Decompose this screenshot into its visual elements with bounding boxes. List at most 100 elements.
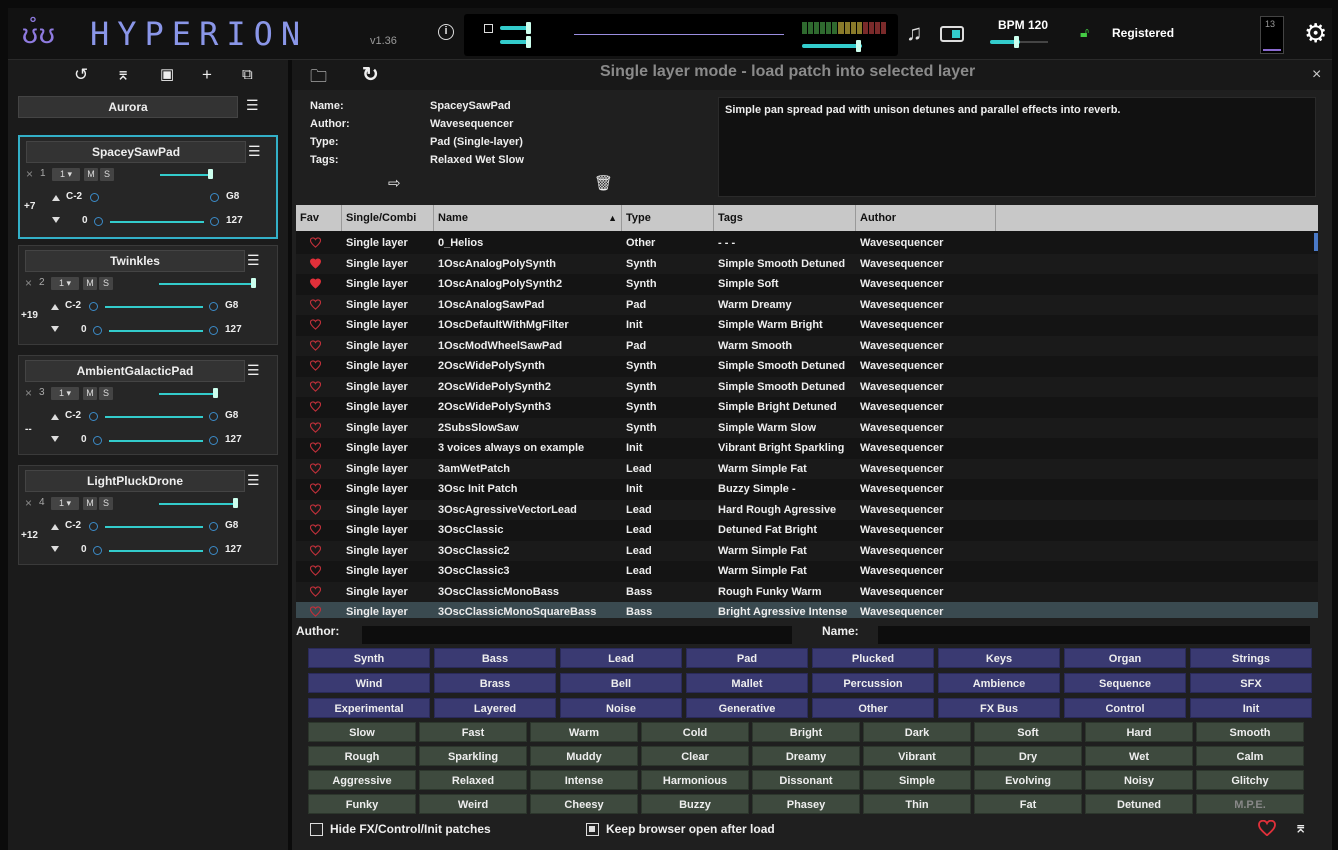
table-row[interactable]: Single layer 3OscAgressiveVectorLead Lead H… — [296, 499, 1318, 520]
up-arrow-icon[interactable] — [51, 304, 59, 310]
slider-a-knob[interactable] — [526, 22, 531, 34]
keep-open-checkbox[interactable] — [586, 823, 599, 836]
solo-button[interactable]: S — [99, 497, 113, 510]
layer-name[interactable]: LightPluckDrone — [25, 470, 245, 492]
col-tags[interactable]: Tags — [714, 205, 856, 231]
high-note-knob[interactable] — [209, 522, 218, 531]
slider-b-knob[interactable] — [526, 36, 531, 48]
heart-outline-icon[interactable] — [310, 565, 321, 576]
low-note-knob[interactable] — [90, 193, 99, 202]
table-row[interactable]: Single layer 3OscClassicMonoBass Bass Rough… — [296, 581, 1318, 602]
heart-filled-icon[interactable] — [310, 257, 321, 269]
trash-icon[interactable]: 🗑︎ — [594, 174, 613, 192]
char-tag-noisy[interactable]: Noisy — [1085, 770, 1193, 790]
type-tag-sequence[interactable]: Sequence — [1064, 673, 1186, 693]
heart-outline-icon[interactable] — [310, 360, 321, 371]
solo-button[interactable]: S — [99, 277, 113, 290]
heart-outline-icon[interactable] — [310, 524, 321, 535]
col-type[interactable]: Type — [622, 205, 714, 231]
char-tag-fat[interactable]: Fat — [974, 794, 1082, 814]
char-tag-cheesy[interactable]: Cheesy — [530, 794, 638, 814]
volume-slider[interactable] — [160, 174, 210, 176]
copy-icon[interactable]: ⧉ — [242, 64, 253, 86]
table-row[interactable]: Single layer 2OscWidePolySynth3 Synth Simpl… — [296, 397, 1318, 418]
solo-button[interactable]: S — [100, 168, 114, 181]
volume-knob[interactable] — [251, 278, 256, 288]
type-tag-synth[interactable]: Synth — [308, 648, 430, 668]
table-row[interactable]: Single layer 1OscAnalogPolySynth Synth Simp… — [296, 253, 1318, 274]
char-tag-thin[interactable]: Thin — [863, 794, 971, 814]
info-icon[interactable]: i — [438, 24, 454, 40]
char-tag-simple[interactable]: Simple — [863, 770, 971, 790]
low-note-knob[interactable] — [89, 522, 98, 531]
char-tag-wet[interactable]: Wet — [1085, 746, 1193, 766]
layer-1[interactable]: SpaceySawPad ☰ × 1 1 ▾ M S +7 C-2 G8 0 1… — [18, 135, 278, 239]
high-note-knob[interactable] — [209, 412, 218, 421]
close-icon[interactable]: × — [25, 386, 32, 400]
down-arrow-icon[interactable] — [51, 436, 59, 442]
high-velocity-knob[interactable] — [209, 436, 218, 445]
down-arrow-icon[interactable] — [51, 546, 59, 552]
master-volume-slider[interactable] — [802, 44, 862, 48]
velocity-range-bar[interactable] — [109, 440, 203, 442]
type-tag-init[interactable]: Init — [1190, 698, 1312, 718]
char-tag-dry[interactable]: Dry — [974, 746, 1082, 766]
add-icon[interactable]: + — [202, 64, 212, 86]
close-icon[interactable]: × — [25, 276, 32, 290]
mute-button[interactable]: M — [83, 277, 97, 290]
type-tag-brass[interactable]: Brass — [434, 673, 556, 693]
table-row[interactable]: Single layer 3 voices always on example In… — [296, 438, 1318, 459]
char-tag-hard[interactable]: Hard — [1085, 722, 1193, 742]
heart-outline-icon[interactable] — [310, 483, 321, 494]
table-row[interactable]: Single layer 2OscWidePolySynth2 Synth Simpl… — [296, 376, 1318, 397]
type-tag-generative[interactable]: Generative — [686, 698, 808, 718]
note-range-bar[interactable] — [105, 416, 203, 418]
table-row[interactable]: Single layer 3OscClassicMonoSquareBass Bas… — [296, 602, 1318, 618]
type-tag-sfx[interactable]: SFX — [1190, 673, 1312, 693]
up-arrow-icon[interactable] — [51, 414, 59, 420]
type-tag-other[interactable]: Other — [812, 698, 934, 718]
up-arrow-icon[interactable] — [52, 195, 60, 201]
char-tag-detuned[interactable]: Detuned — [1085, 794, 1193, 814]
menu-icon[interactable]: ☰ — [247, 362, 260, 379]
undo-icon[interactable]: ↺ — [74, 64, 88, 86]
up-arrow-icon[interactable] — [51, 524, 59, 530]
char-tag-funky[interactable]: Funky — [308, 794, 416, 814]
char-tag-m-p-e-[interactable]: M.P.E. — [1196, 794, 1304, 814]
table-row[interactable]: Single layer 3OscClassic2 Lead Warm Simple … — [296, 540, 1318, 561]
heart-outline-icon[interactable] — [310, 585, 321, 597]
layer-aurora[interactable]: Aurora ☰ — [18, 94, 278, 124]
channel-select[interactable]: 1 ▾ — [52, 168, 80, 181]
note-range-bar[interactable] — [105, 526, 203, 528]
menu-icon[interactable]: ☰ — [248, 143, 261, 160]
high-velocity-knob[interactable] — [210, 217, 219, 226]
layer-3[interactable]: AmbientGalacticPad ☰ × 3 1 ▾ M S -- C-2 … — [18, 355, 278, 455]
char-tag-buzzy[interactable]: Buzzy — [641, 794, 749, 814]
low-velocity-knob[interactable] — [94, 217, 103, 226]
low-note-knob[interactable] — [89, 302, 98, 311]
refresh-icon[interactable]: ↻ — [362, 62, 379, 87]
close-icon[interactable]: × — [26, 167, 33, 181]
hide-fx-label[interactable]: Hide FX/Control/Init patches — [330, 822, 491, 836]
char-tag-weird[interactable]: Weird — [419, 794, 527, 814]
char-tag-smooth[interactable]: Smooth — [1196, 722, 1304, 742]
char-tag-muddy[interactable]: Muddy — [530, 746, 638, 766]
type-tag-wind[interactable]: Wind — [308, 673, 430, 693]
type-tag-noise[interactable]: Noise — [560, 698, 682, 718]
volume-slider[interactable] — [159, 393, 215, 395]
heart-outline-icon[interactable] — [310, 298, 321, 310]
velocity-range-bar[interactable] — [109, 550, 203, 552]
export-icon[interactable]: ⇨ — [388, 174, 401, 192]
char-tag-soft[interactable]: Soft — [974, 722, 1082, 742]
volume-slider[interactable] — [159, 503, 235, 505]
bpm-knob[interactable] — [1014, 36, 1019, 48]
low-velocity-knob[interactable] — [93, 546, 102, 555]
heart-outline-icon[interactable] — [310, 544, 321, 556]
type-tag-experimental[interactable]: Experimental — [308, 698, 430, 718]
char-tag-harmonious[interactable]: Harmonious — [641, 770, 749, 790]
layer-name[interactable]: SpaceySawPad — [26, 141, 246, 163]
char-tag-bright[interactable]: Bright — [752, 722, 860, 742]
mute-button[interactable]: M — [83, 387, 97, 400]
table-row[interactable]: Single layer 1OscAnalogSawPad Pad Warm Drea… — [296, 294, 1318, 315]
heart-outline-icon[interactable] — [310, 339, 321, 351]
